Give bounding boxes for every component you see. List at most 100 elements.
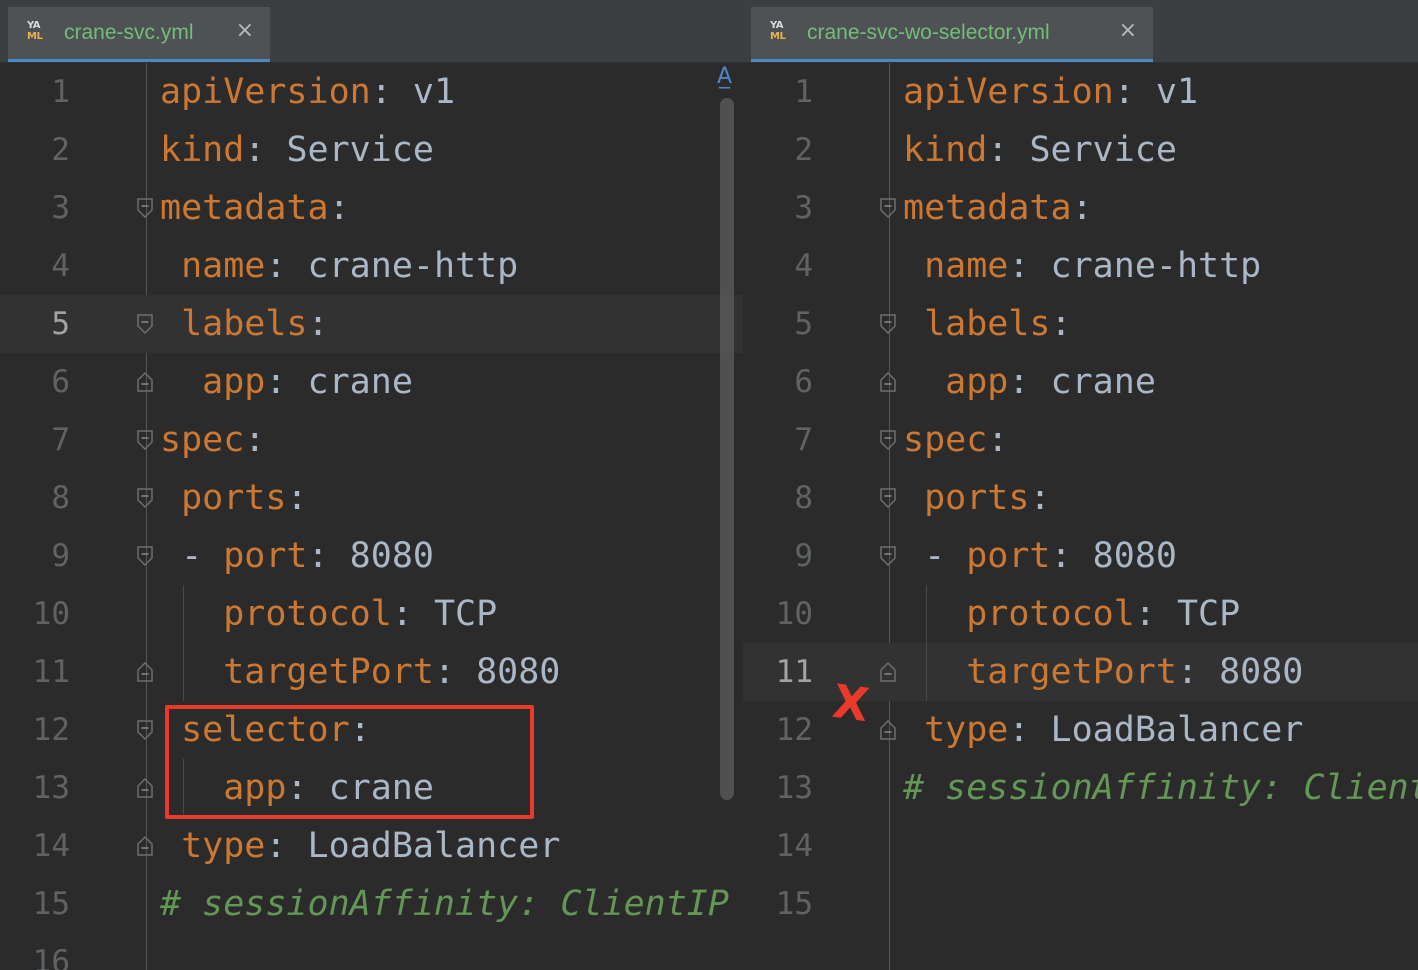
code-line[interactable]: 10 protocol: TCP xyxy=(743,585,1418,643)
fold-expand-icon[interactable] xyxy=(880,198,896,218)
code-line[interactable]: 1 apiVersion: v1 xyxy=(743,63,1418,121)
fold-expand-icon[interactable] xyxy=(880,430,896,450)
fold-collapse-icon[interactable] xyxy=(880,372,896,392)
code-line[interactable]: 14 type: LoadBalancer xyxy=(0,817,743,875)
fold-collapse-icon[interactable] xyxy=(137,836,153,856)
fold-expand-icon[interactable] xyxy=(137,198,153,218)
code-line[interactable]: 15 xyxy=(743,875,1418,933)
code-line[interactable]: 16 xyxy=(0,933,743,970)
tab-crane-svc-wo-selector[interactable]: YA ML crane-svc-wo-selector.yml × xyxy=(751,7,1153,62)
yaml-separator: : xyxy=(987,130,1030,170)
yaml-value: crane xyxy=(307,362,413,402)
code-line[interactable]: 8 ports: xyxy=(0,469,743,527)
yaml-key: apiVersion xyxy=(160,72,371,112)
code-line[interactable]: 10 protocol: TCP xyxy=(0,585,743,643)
line-number: 12 xyxy=(775,712,813,748)
line-number: 8 xyxy=(794,480,813,516)
yaml-separator: : xyxy=(265,362,308,402)
code-text: type: LoadBalancer xyxy=(160,817,560,875)
left-code-editor[interactable]: 1 apiVersion: v1 2 kind: Service 3 metadata: 4… xyxy=(0,63,743,970)
indent: - xyxy=(160,536,224,576)
fold-expand-icon[interactable] xyxy=(880,314,896,334)
yaml-separator: : xyxy=(244,130,287,170)
yaml-file-icon: YA ML xyxy=(27,20,53,46)
yaml-key: targetPort xyxy=(966,652,1177,692)
code-line[interactable]: 2 kind: Service xyxy=(0,121,743,179)
indent: - xyxy=(903,536,967,576)
code-line[interactable]: 3 metadata: xyxy=(743,179,1418,237)
left-scrollbar[interactable] xyxy=(720,98,734,800)
code-line[interactable]: 1 apiVersion: v1 xyxy=(0,63,743,121)
fold-expand-icon[interactable] xyxy=(880,488,896,508)
code-line[interactable]: 7 spec: xyxy=(0,411,743,469)
tab-title: crane-svc-wo-selector.yml xyxy=(807,21,1050,44)
fold-collapse-icon[interactable] xyxy=(137,662,153,682)
yaml-separator: : xyxy=(1071,188,1093,228)
close-icon[interactable]: × xyxy=(1119,18,1137,43)
line-number: 9 xyxy=(794,538,813,574)
code-line[interactable]: 6 app: crane xyxy=(743,353,1418,411)
code-line[interactable]: 15 # sessionAffinity: ClientIP xyxy=(0,875,743,933)
code-line[interactable]: 7 spec: xyxy=(743,411,1418,469)
yaml-value: 8080 xyxy=(1092,536,1177,576)
line-number: 2 xyxy=(51,132,70,168)
code-line[interactable]: 13 # sessionAffinity: ClientIP xyxy=(743,759,1418,817)
fold-expand-icon[interactable] xyxy=(137,546,153,566)
code-text: spec: xyxy=(160,411,265,469)
code-text: ports: xyxy=(160,469,307,527)
close-icon[interactable]: × xyxy=(236,18,254,43)
fold-expand-icon[interactable] xyxy=(880,546,896,566)
yaml-separator: : xyxy=(307,304,329,344)
right-editor-pane: YA ML crane-svc-wo-selector.yml × 1 apiVe… xyxy=(743,0,1418,970)
code-line[interactable]: 8 ports: xyxy=(743,469,1418,527)
code-text: apiVersion: v1 xyxy=(160,63,455,121)
yaml-separator: : xyxy=(1176,652,1220,692)
code-line[interactable]: 14 xyxy=(743,817,1418,875)
inspection-widget-icon[interactable]: A̲ xyxy=(717,64,732,89)
line-number: 11 xyxy=(775,654,813,690)
line-number: 6 xyxy=(51,364,70,400)
fold-expand-icon[interactable] xyxy=(137,430,153,450)
line-number: 15 xyxy=(775,886,813,922)
fold-collapse-icon[interactable] xyxy=(137,372,153,392)
code-text: app: crane xyxy=(903,353,1156,411)
code-line[interactable]: 9 - port: 8080 xyxy=(743,527,1418,585)
code-line[interactable]: 6 app: crane xyxy=(0,353,743,411)
code-line[interactable]: 2 kind: Service xyxy=(743,121,1418,179)
yaml-value: TCP xyxy=(433,594,498,634)
code-text: protocol: TCP xyxy=(903,585,1240,643)
code-line[interactable]: 5 labels: xyxy=(0,295,743,353)
line-number: 10 xyxy=(32,596,70,632)
code-line[interactable]: 11 targetPort: 8080 xyxy=(0,643,743,701)
code-line[interactable]: 3 metadata: xyxy=(0,179,743,237)
code-line[interactable]: 9 - port: 8080 xyxy=(0,527,743,585)
fold-expand-icon[interactable] xyxy=(137,720,153,740)
left-tab-bar: YA ML crane-svc.yml × xyxy=(0,0,743,63)
yaml-key: name xyxy=(181,246,266,286)
code-text: kind: Service xyxy=(160,121,434,179)
fold-collapse-icon[interactable] xyxy=(880,720,896,740)
yaml-separator: : xyxy=(328,188,350,228)
fold-collapse-icon[interactable] xyxy=(880,662,896,682)
line-number: 10 xyxy=(775,596,813,632)
code-line[interactable]: 5 labels: xyxy=(743,295,1418,353)
yaml-key: metadata xyxy=(160,188,329,228)
code-text: labels: xyxy=(160,295,329,353)
code-text: protocol: TCP xyxy=(160,585,497,643)
fold-collapse-icon[interactable] xyxy=(137,778,153,798)
code-text: ports: xyxy=(903,469,1050,527)
code-text: metadata: xyxy=(160,179,350,237)
tab-crane-svc[interactable]: YA ML crane-svc.yml × xyxy=(8,7,270,62)
code-line[interactable]: 4 name: crane-http xyxy=(743,237,1418,295)
yaml-key: ports xyxy=(924,478,1030,518)
fold-expand-icon[interactable] xyxy=(137,314,153,334)
yaml-value: v1 xyxy=(1155,72,1199,112)
right-code-editor[interactable]: 1 apiVersion: v1 2 kind: Service 3 metadata: 4… xyxy=(743,63,1418,970)
code-line[interactable]: 4 name: crane-http xyxy=(0,237,743,295)
fold-expand-icon[interactable] xyxy=(137,488,153,508)
